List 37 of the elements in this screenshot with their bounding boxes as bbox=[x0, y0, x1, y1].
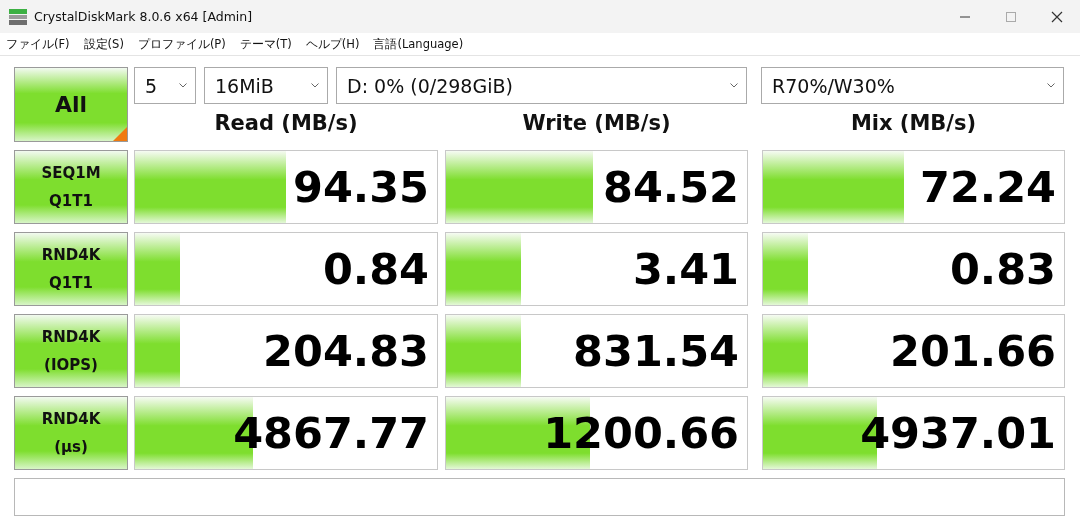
corner-marker-icon bbox=[113, 127, 127, 141]
dropdown[interactable]: D: 0% (0/298GiB) bbox=[336, 67, 747, 104]
test-button[interactable]: RND4K Q1T1 bbox=[14, 232, 128, 306]
result-value: 0.83 bbox=[949, 244, 1056, 294]
menu-item[interactable]: 言語(Language) bbox=[373, 36, 464, 52]
result-value: 3.41 bbox=[632, 244, 739, 294]
maximize-icon bbox=[1005, 10, 1017, 23]
column-header: Read (MB/s) bbox=[213, 111, 359, 135]
result-value: 831.54 bbox=[573, 326, 739, 376]
menu-item[interactable]: テーマ(T) bbox=[239, 36, 292, 52]
result-value: 94.35 bbox=[293, 162, 429, 212]
test-button[interactable]: SEQ1M Q1T1 bbox=[14, 150, 128, 224]
chevron-down-icon bbox=[179, 83, 187, 88]
dropdown[interactable]: 5 bbox=[134, 67, 196, 104]
close-icon bbox=[1051, 10, 1063, 23]
result-value: 204.83 bbox=[263, 326, 429, 376]
column-header: Write (MB/s) bbox=[521, 111, 672, 135]
result-value: 72.24 bbox=[920, 162, 1056, 212]
test-button[interactable]: RND4K (IOPS) bbox=[14, 314, 128, 388]
chevron-down-icon bbox=[311, 83, 319, 88]
menu-item[interactable]: プロファイル(P) bbox=[137, 36, 226, 52]
test-button[interactable]: RND4K (µs) bbox=[14, 396, 128, 470]
dropdown[interactable]: R70%/W30% bbox=[761, 67, 1064, 104]
comment-field[interactable] bbox=[14, 478, 1065, 516]
dropdown[interactable]: 16MiB bbox=[204, 67, 328, 104]
all-button[interactable]: All bbox=[14, 67, 128, 142]
result-value: 201.66 bbox=[890, 326, 1056, 376]
result-value: 84.52 bbox=[603, 162, 739, 212]
menu-item[interactable]: 設定(S) bbox=[83, 36, 124, 52]
window-title: CrystalDiskMark 8.0.6 x64 [Admin] bbox=[34, 9, 253, 24]
chevron-down-icon bbox=[730, 83, 738, 88]
menu-item[interactable]: ファイル(F) bbox=[6, 36, 70, 52]
app-icon bbox=[8, 6, 28, 27]
chevron-down-icon bbox=[1047, 83, 1055, 88]
result-value: 0.84 bbox=[322, 244, 429, 294]
column-header: Mix (MB/s) bbox=[849, 111, 978, 135]
menu-item[interactable]: ヘルプ(H) bbox=[305, 36, 360, 52]
